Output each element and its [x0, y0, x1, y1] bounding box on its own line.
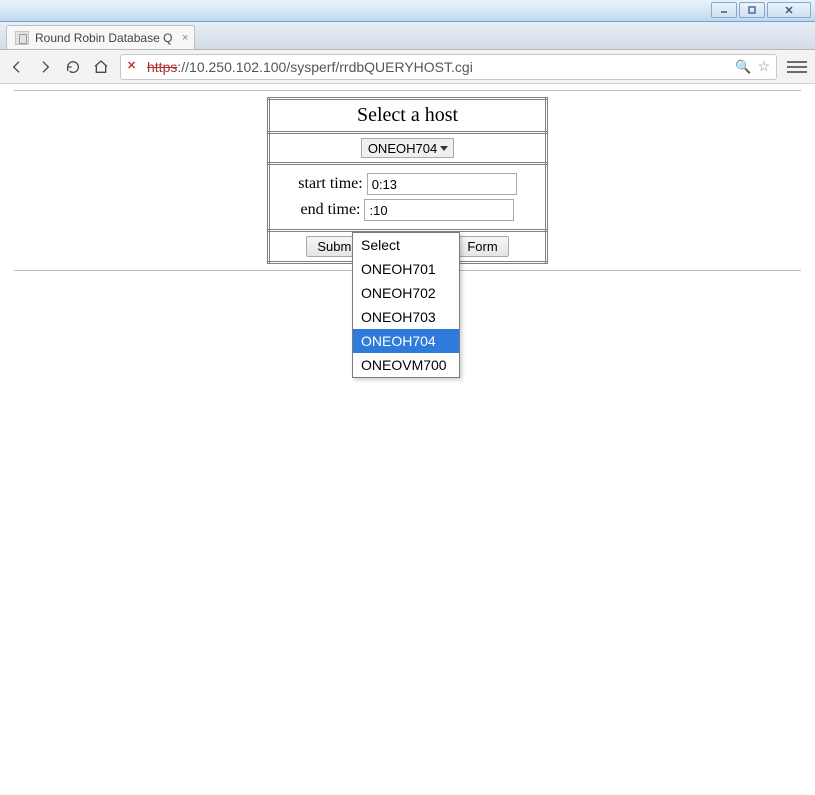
window-close-button[interactable] [767, 2, 811, 18]
host-select-dropdown[interactable]: SelectONEOH701ONEOH702ONEOH703ONEOH704ON… [352, 232, 460, 378]
url-protocol: https [147, 59, 177, 75]
tab-title: Round Robin Database Q [35, 31, 172, 45]
page-content: Select a host ONEOH704 start time: end t… [0, 84, 815, 795]
browser-toolbar: https://10.250.102.100/sysperf/rrdbQUERY… [0, 50, 815, 84]
end-time-input[interactable] [364, 199, 514, 221]
browser-tab[interactable]: Round Robin Database Q × [6, 25, 195, 49]
back-button[interactable] [8, 58, 26, 76]
form-title: Select a host [269, 99, 546, 133]
menu-button[interactable] [787, 61, 807, 73]
dropdown-option[interactable]: ONEOH703 [353, 305, 459, 329]
start-time-label: start time: [298, 175, 362, 193]
insecure-https-icon [127, 60, 141, 74]
window-minimize-button[interactable] [711, 2, 737, 18]
window-titlebar [0, 0, 815, 22]
reset-button[interactable]: Form [456, 236, 508, 257]
forward-button[interactable] [36, 58, 54, 76]
address-bar[interactable]: https://10.250.102.100/sysperf/rrdbQUERY… [120, 54, 777, 80]
reload-button[interactable] [64, 58, 82, 76]
close-icon[interactable]: × [182, 32, 188, 44]
dropdown-option[interactable]: ONEOVM700 [353, 353, 459, 377]
dropdown-option[interactable]: ONEOH704 [353, 329, 459, 353]
browser-tabstrip: Round Robin Database Q × [0, 22, 815, 50]
home-button[interactable] [92, 58, 110, 76]
dropdown-option[interactable]: Select [353, 233, 459, 257]
dropdown-option[interactable]: ONEOH701 [353, 257, 459, 281]
start-time-input[interactable] [367, 173, 517, 195]
host-select[interactable]: ONEOH704 [361, 138, 454, 158]
bookmark-star-icon[interactable]: ☆ [757, 58, 770, 75]
dropdown-option[interactable]: ONEOH702 [353, 281, 459, 305]
url-rest: ://10.250.102.100/sysperf/rrdbQUERYHOST.… [177, 59, 472, 75]
zoom-icon[interactable]: 🔍 [735, 59, 751, 75]
file-icon [15, 31, 29, 45]
end-time-label: end time: [301, 201, 361, 219]
host-select-value: ONEOH704 [368, 141, 437, 156]
divider [14, 90, 801, 91]
chevron-down-icon [437, 146, 451, 151]
window-maximize-button[interactable] [739, 2, 765, 18]
